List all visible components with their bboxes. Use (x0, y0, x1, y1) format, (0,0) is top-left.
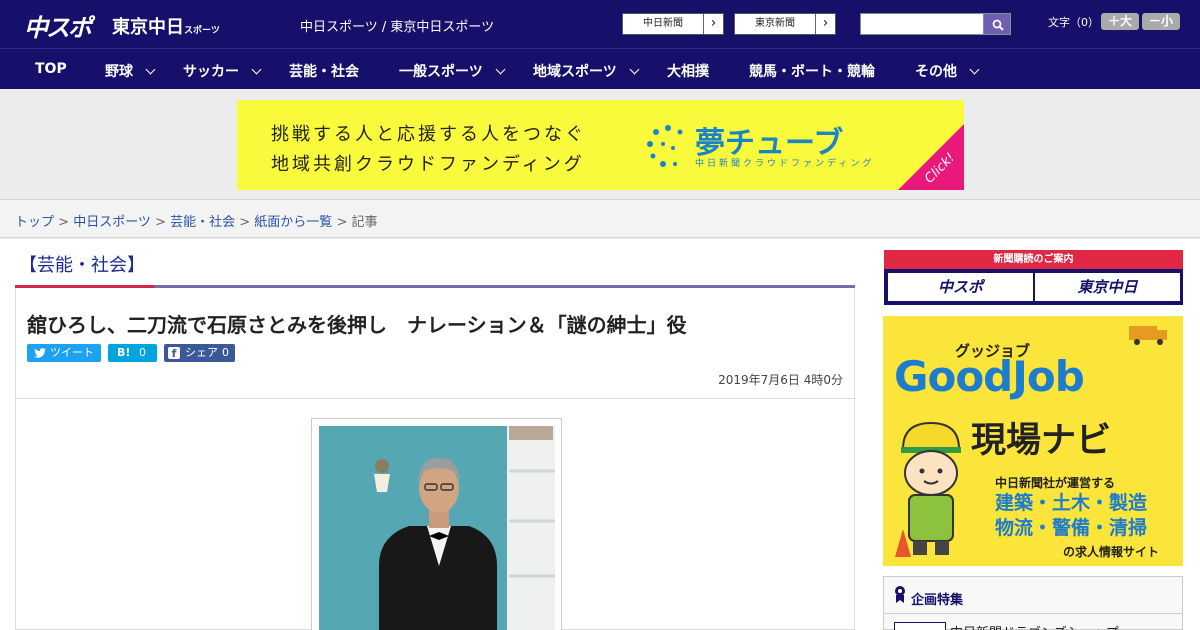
nav-item-baseball[interactable]: 野球 (105, 61, 156, 81)
subscribe-chuspo-button[interactable]: 中スポ (888, 273, 1033, 301)
search-icon (992, 19, 1004, 31)
facebook-icon: f (168, 347, 180, 360)
tweet-button[interactable]: ツイート (27, 344, 101, 362)
search-button[interactable] (983, 13, 1011, 35)
breadcrumb-link-top[interactable]: トップ (15, 215, 54, 230)
breadcrumb-link-print-list[interactable]: 紙面から一覧 (254, 215, 332, 230)
goodjob-job-types: 建築・土木・製造 物流・警備・清掃 (995, 491, 1147, 541)
banner-area: 挑戦する人と応援する人をつなぐ 地域共創クラウドファンディング 夢チューブ 中日… (0, 89, 1200, 200)
nav-item-top[interactable]: TOP (35, 61, 67, 77)
banner-line-2: 地域共創クラウドファンディング (271, 154, 585, 175)
worker-mascot-icon (895, 421, 961, 557)
chuspo-logo[interactable]: 中スポ (24, 8, 92, 43)
breadcrumb-bar: トップ > 中日スポーツ > 芸能・社会 > 紙面から一覧 > 記事 (0, 200, 1200, 238)
subscription-box: 新聞購読のご案内 中スポ 東京中日 (884, 250, 1183, 305)
subscription-heading: 新聞購読のご案内 (884, 250, 1183, 269)
twitter-bird-icon (34, 348, 46, 358)
yume-tube-banner[interactable]: 挑戦する人と応援する人をつなぐ 地域共創クラウドファンディング 夢チューブ 中日… (237, 100, 964, 190)
nav-item-racing[interactable]: 競馬・ボート・競輪 (749, 61, 875, 81)
goodjob-navi: 現場ナビ (971, 421, 1112, 461)
dots-logo-icon (647, 125, 683, 167)
nav-label: 一般スポーツ (399, 64, 483, 80)
nav-item-local-sports[interactable]: 地域スポーツ (533, 61, 640, 81)
hatena-count: 0 (139, 346, 146, 359)
chevron-down-icon (629, 64, 640, 75)
tweet-label: ツイート (50, 346, 94, 359)
chevron-down-icon (969, 64, 980, 75)
nav-label: 大相撲 (667, 64, 709, 80)
feature-thumbnail[interactable] (894, 622, 946, 630)
hatena-bookmark-button[interactable]: B! 0 (108, 344, 157, 362)
category-heading: 【芸能・社会】 (19, 255, 145, 276)
tokyo-shimbun-label: 東京新聞 (755, 18, 795, 29)
chevron-down-icon (251, 64, 262, 75)
tokyo-logo-sub: スポーツ (184, 26, 220, 36)
facebook-share-label: シェア (185, 346, 218, 359)
nav-label: 野球 (105, 64, 133, 80)
font-size-label: 文字（0） (1048, 16, 1099, 29)
breadcrumb-link-chunichi-sports[interactable]: 中日スポーツ (73, 215, 151, 230)
tokyo-shimbun-button[interactable]: 東京新聞 › (734, 13, 836, 35)
article: 舘ひろし、二刀流で石原さとみを後押し ナレーション＆「謎の紳士」役 ツイート B… (15, 288, 855, 630)
nav-label: 芸能・社会 (289, 64, 359, 80)
truck-icon (1129, 326, 1167, 345)
feature-header: 企画特集 (884, 577, 1182, 614)
goodjob-title: GoodJob (894, 352, 1085, 401)
chunichi-shimbun-button[interactable]: 中日新聞 › (622, 13, 724, 35)
hatena-icon: B! (117, 346, 131, 359)
chevron-right-icon: › (815, 14, 835, 34)
tokyo-logo-text: 東京中日 (112, 17, 184, 38)
goodjob-jobs-line-1: 建築・土木・製造 (995, 492, 1148, 514)
goodjob-subtitle: 中日新聞社が運営する (995, 476, 1116, 490)
subscribe-tokyo-button[interactable]: 東京中日 (1035, 273, 1180, 301)
site-header: 中スポ 東京中日スポーツ 中日スポーツ / 東京中日スポーツ 中日新聞 › 東京… (0, 0, 1200, 48)
chunichi-shimbun-label: 中日新聞 (643, 18, 683, 29)
chevron-right-icon: › (703, 14, 723, 34)
goodjob-jobs-line-2: 物流・警備・清掃 (995, 517, 1148, 539)
article-photo[interactable] (319, 426, 555, 630)
font-larger-button[interactable]: ＋大 (1101, 13, 1139, 30)
nav-item-sumo[interactable]: 大相撲 (667, 61, 709, 81)
chevron-down-icon (495, 64, 506, 75)
search-input[interactable] (860, 13, 984, 35)
nav-label: その他 (915, 64, 957, 80)
chevron-down-icon (145, 64, 156, 75)
article-photo-frame (311, 418, 562, 630)
nav-label: 地域スポーツ (533, 64, 617, 80)
feature-item-link[interactable]: 中日新聞ドラゴンズショップ (950, 622, 1119, 630)
facebook-count: 0 (222, 346, 229, 359)
feature-title: 企画特集 (911, 593, 964, 608)
nav-item-other[interactable]: その他 (915, 61, 980, 81)
goodjob-ad[interactable]: グッジョブ GoodJob 現場ナビ 中日新聞社が運営する 建築・土木・製造 物… (883, 316, 1183, 566)
font-smaller-button[interactable]: －小 (1142, 13, 1180, 30)
facebook-share-button[interactable]: f シェア 0 (164, 344, 235, 362)
nav-label: 競馬・ボート・競輪 (749, 64, 875, 80)
photo-man-in-tuxedo (319, 426, 555, 630)
ribbon-icon (895, 586, 905, 603)
nav-item-soccer[interactable]: サッカー (183, 61, 262, 81)
breadcrumb-current: 記事 (351, 215, 378, 230)
breadcrumb-link-entertainment[interactable]: 芸能・社会 (170, 215, 235, 230)
article-date: 2019年7月6日 4時0分 (718, 373, 843, 387)
site-links[interactable]: 中日スポーツ / 東京中日スポーツ (300, 16, 494, 35)
banner-brand-sub: 中日新聞クラウドファンディング (695, 159, 875, 169)
feature-box: 企画特集 中日新聞ドラゴンズショップ (883, 576, 1183, 630)
tokyo-chunichi-logo[interactable]: 東京中日スポーツ (112, 13, 220, 39)
nav-label: TOP (35, 61, 67, 77)
breadcrumb: トップ > 中日スポーツ > 芸能・社会 > 紙面から一覧 > 記事 (15, 215, 378, 230)
main-nav: TOP 野球 サッカー 芸能・社会 一般スポーツ 地域スポーツ 大相撲 競馬・ボ… (0, 48, 1200, 89)
divider (16, 398, 854, 399)
nav-item-general-sports[interactable]: 一般スポーツ (399, 61, 506, 81)
article-headline: 舘ひろし、二刀流で石原さとみを後押し ナレーション＆「謎の紳士」役 (27, 313, 687, 337)
nav-label: サッカー (183, 64, 239, 80)
goodjob-footer: の求人情報サイト (1063, 545, 1160, 559)
nav-item-entertainment[interactable]: 芸能・社会 (289, 61, 359, 81)
banner-line-1: 挑戦する人と応援する人をつなぐ (271, 124, 586, 145)
